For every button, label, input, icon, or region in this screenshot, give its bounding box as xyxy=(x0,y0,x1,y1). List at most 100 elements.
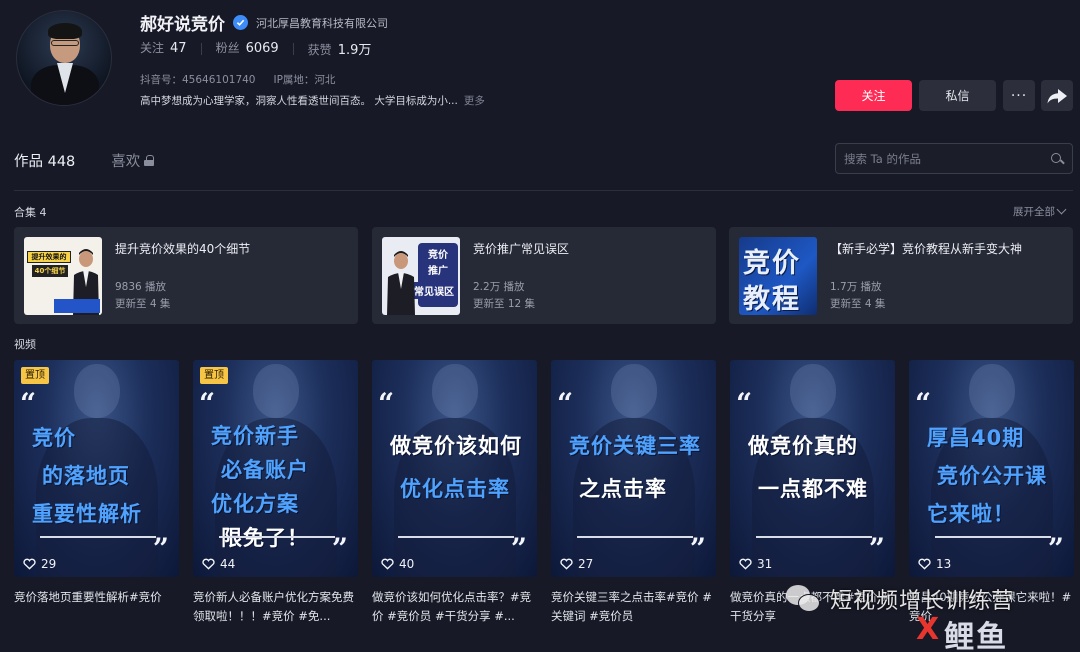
video-cover-text: 必备账户 xyxy=(221,458,309,482)
follow-button[interactable]: 关注 xyxy=(835,80,912,111)
like-count-value: 13 xyxy=(936,557,952,571)
stat-label: 关注 xyxy=(140,41,165,55)
tab-likes-label: 喜欢 xyxy=(111,154,141,170)
stat-following[interactable]: 关注 47 xyxy=(140,39,187,58)
presenter-silhouette xyxy=(969,364,1015,418)
presenter-silhouette xyxy=(611,364,657,418)
video-caption[interactable]: 做竞价该如何优化点击率？#竞价 #竞价员 #干货分享 #... xyxy=(372,588,540,628)
expand-all-label: 展开全部 xyxy=(1013,206,1055,218)
collection-thumbnail: 竞价 教程 xyxy=(739,237,817,315)
quote-open-icon: “ xyxy=(199,387,216,420)
verified-company: 河北厚昌教育科技有限公司 xyxy=(256,16,388,30)
collection-card[interactable]: 竞价 推广 常见误区 竞价推广常见误区 2.2万 播放 更新至 12 集 xyxy=(372,227,716,324)
stat-value: 1.9万 xyxy=(337,43,372,58)
video-card[interactable]: 置顶 “竞价新手 必备账户 优化方案 限免了！” 44 xyxy=(193,360,358,577)
like-count: 44 xyxy=(202,557,235,571)
watermark: 短视频增长训练营 xyxy=(786,583,1014,615)
video-cover-text: 重要性解析 xyxy=(32,502,142,526)
stat-divider xyxy=(292,42,294,55)
collection-card[interactable]: 提升效果的 40个细节 提升竞价效果的40个细节 9836 播放 更新至 4 集 xyxy=(14,227,358,324)
stat-label: 粉丝 xyxy=(215,41,240,55)
cover-underline xyxy=(219,536,335,538)
collection-updates: 更新至 12 集 xyxy=(473,298,536,310)
video-card[interactable]: 置顶 “ 竞价 的落地页 重要性解析 ” 29 xyxy=(14,360,179,577)
heart-icon xyxy=(560,558,573,570)
video-cover-text: 竞价新手 xyxy=(211,424,299,448)
like-count: 13 xyxy=(918,557,951,571)
avatar-hair xyxy=(48,23,82,39)
logo-x: X xyxy=(916,612,942,647)
cover-underline xyxy=(935,536,1051,538)
cover-underline xyxy=(577,536,693,538)
quote-close-icon: ” xyxy=(331,532,348,565)
bio-more-link[interactable]: 更多 xyxy=(464,93,485,108)
collection-title: 【新手必学】竞价教程从新手变大神 xyxy=(830,242,1023,256)
like-count-value: 40 xyxy=(399,557,415,571)
collection-plays: 2.2万 播放 xyxy=(473,281,525,293)
quote-open-icon: “ xyxy=(378,387,395,420)
corner-logo: X 鲤鱼 xyxy=(916,612,1008,652)
like-count: 27 xyxy=(560,557,593,571)
like-count: 31 xyxy=(739,557,772,571)
video-cover-text: 的落地页 xyxy=(42,464,130,488)
avatar[interactable] xyxy=(16,10,112,106)
collection-title: 竞价推广常见误区 xyxy=(473,242,570,256)
heart-icon xyxy=(739,558,752,570)
logo-text: 鲤鱼 xyxy=(944,620,1009,652)
thumb-banner xyxy=(54,299,100,313)
video-caption[interactable]: 竞价新人必备账户优化方案免费领取啦！！！#竞价 #免... xyxy=(193,588,361,628)
pinned-badge: 置顶 xyxy=(21,367,49,384)
tabs-divider xyxy=(14,190,1073,191)
video-cover-text: 优化方案 xyxy=(211,492,299,516)
like-count-value: 27 xyxy=(578,557,594,571)
like-count-value: 29 xyxy=(41,557,57,571)
thumb-text: 推广 xyxy=(428,266,448,277)
video-caption[interactable]: 竞价关键三率之点击率#竞价 #关键词 #竞价员 xyxy=(551,588,719,628)
tab-likes[interactable]: 喜欢 xyxy=(111,150,155,171)
stat-divider xyxy=(200,42,202,55)
video-cover-text: 优化点击率 xyxy=(400,477,510,501)
profile-name: 郝好说竞价 xyxy=(140,15,225,35)
cover-underline xyxy=(398,536,514,538)
video-cover-text: 竞价公开课 xyxy=(937,464,1047,488)
presenter-figure xyxy=(387,251,415,315)
cover-underline xyxy=(756,536,872,538)
video-card[interactable]: “ 做竞价真的 一点都不难 ” 31 xyxy=(730,360,895,577)
collection-card[interactable]: 竞价 教程 【新手必学】竞价教程从新手变大神 1.7万 播放 更新至 4 集 xyxy=(729,227,1073,324)
heart-icon xyxy=(918,558,931,570)
video-caption[interactable]: 竞价落地页重要性解析#竞价 xyxy=(14,588,182,628)
tab-works[interactable]: 作品 448 xyxy=(14,150,75,171)
quote-open-icon: “ xyxy=(915,387,932,420)
message-button[interactable]: 私信 xyxy=(919,80,996,111)
thumb-text: 常见误区 xyxy=(412,282,456,299)
video-cover-text: 做竞价该如何 xyxy=(390,434,522,458)
video-card[interactable]: “ 厚昌40期 竞价公开课 它来啦！ ” 13 xyxy=(909,360,1074,577)
lock-icon xyxy=(144,155,155,166)
pinned-badge: 置顶 xyxy=(200,367,228,384)
douyin-id: 抖音号：45646101740 xyxy=(140,74,256,86)
quote-close-icon: ” xyxy=(1047,532,1064,565)
video-card[interactable]: “ 竞价关键三率 之点击率 ” 27 xyxy=(551,360,716,577)
heart-icon xyxy=(23,558,36,570)
ip-location: IP属地：河北 xyxy=(273,74,336,86)
like-count-value: 31 xyxy=(757,557,773,571)
presenter-silhouette xyxy=(253,364,299,418)
more-options-button[interactable]: ··· xyxy=(1003,80,1035,111)
expand-all-link[interactable]: 展开全部 xyxy=(1013,204,1067,219)
search-icon[interactable] xyxy=(1050,152,1064,166)
stat-followers[interactable]: 粉丝 6069 xyxy=(216,39,279,58)
like-count-value: 44 xyxy=(220,557,236,571)
video-cover-text: 竞价 xyxy=(32,426,76,450)
collection-updates: 更新至 4 集 xyxy=(830,298,886,310)
share-button[interactable] xyxy=(1041,80,1073,111)
cover-underline xyxy=(40,536,156,538)
quote-close-icon: ” xyxy=(868,532,885,565)
video-card[interactable]: “ 做竞价该如何 优化点击率 ” 40 xyxy=(372,360,537,577)
quote-close-icon: ” xyxy=(689,532,706,565)
collection-title: 提升竞价效果的40个细节 xyxy=(115,242,251,256)
collection-plays: 1.7万 播放 xyxy=(830,281,882,293)
works-search-input[interactable] xyxy=(844,151,1050,166)
wechat-icon xyxy=(786,583,822,615)
collection-plays: 9836 播放 xyxy=(115,281,167,293)
video-cover-text: 竞价关键三率 xyxy=(569,434,701,458)
